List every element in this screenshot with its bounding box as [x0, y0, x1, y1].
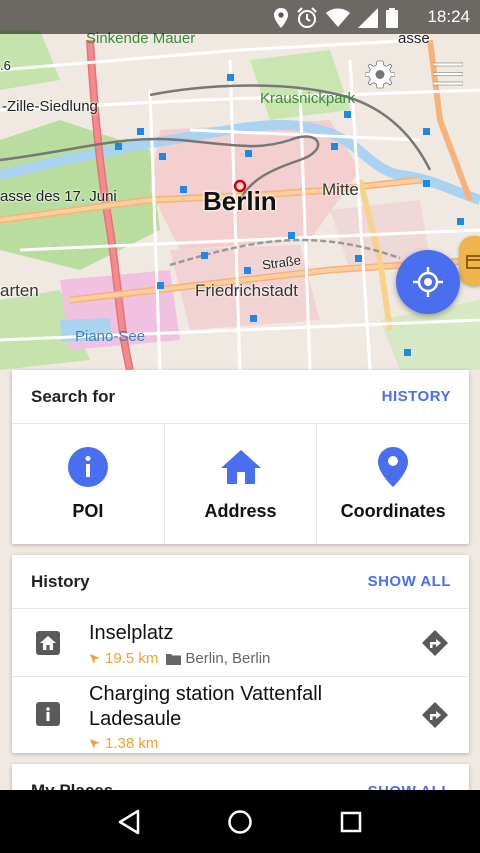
- history-item-title-line2: Ladesaule: [89, 708, 182, 730]
- search-address-label: Address: [204, 500, 277, 521]
- location-pin-icon: [378, 446, 409, 487]
- signal-icon: [358, 8, 378, 28]
- location-status-icon: [274, 8, 288, 28]
- wifi-icon: [326, 8, 350, 27]
- my-location-button[interactable]: [396, 250, 460, 314]
- home-icon: [40, 636, 56, 650]
- recents-button[interactable]: [331, 802, 371, 842]
- search-card-header: Search for HISTORY: [12, 370, 469, 424]
- system-nav-bar: [0, 790, 480, 853]
- directions-icon: [422, 702, 448, 728]
- search-coordinates-button[interactable]: Coordinates: [317, 424, 469, 544]
- map-label-friedrichstadt: Friedrichstadt: [195, 281, 298, 300]
- history-card: History SHOW ALL Inselplatz 19.5 km Berl…: [12, 555, 469, 753]
- directions-icon: [422, 630, 448, 656]
- search-coordinates-label: Coordinates: [340, 500, 446, 521]
- navigate-button[interactable]: [421, 701, 449, 729]
- search-card: Search for HISTORY POI Address Coordinat…: [12, 370, 469, 544]
- map-label-juni: asse des 17. Juni: [0, 188, 117, 205]
- crosshair-icon: [413, 267, 443, 297]
- folder-icon: [166, 653, 182, 665]
- hamburger-menu-icon: [433, 62, 463, 86]
- calendar-icon: [466, 255, 480, 269]
- status-bar: 18:24: [0, 0, 480, 34]
- history-item[interactable]: Charging station Vattenfall Ladesaule 1.…: [12, 677, 469, 753]
- settings-button[interactable]: [360, 54, 400, 94]
- history-item-info-icon: [36, 702, 60, 726]
- back-button[interactable]: [109, 802, 149, 842]
- history-show-all-link[interactable]: SHOW ALL: [368, 573, 451, 590]
- home-circle-icon: [228, 809, 252, 834]
- map-label-zille: -Zille-Siedlung: [2, 98, 98, 115]
- map-label-krausnick: Krausnickpark: [260, 90, 356, 107]
- history-item-place: Berlin, Berlin: [185, 650, 271, 667]
- history-item-title-line1: Charging station Vattenfall: [89, 683, 323, 705]
- map-label-edge: .6: [0, 58, 11, 73]
- history-item-distance: 19.5 km: [105, 650, 159, 667]
- history-item[interactable]: Inselplatz 19.5 km Berlin, Berlin: [12, 609, 469, 677]
- gear-icon: [365, 60, 395, 89]
- recents-square-icon: [340, 811, 361, 832]
- history-item-title: Inselplatz: [89, 622, 174, 644]
- history-item-distance: 1.38 km: [105, 735, 159, 752]
- search-poi-label: POI: [72, 500, 104, 521]
- history-item-meta: 19.5 km Berlin, Berlin: [89, 650, 270, 667]
- home-button[interactable]: [220, 802, 260, 842]
- search-options: POI Address Coordinates: [12, 424, 469, 544]
- home-icon: [220, 449, 261, 484]
- info-circle-icon: [67, 446, 108, 487]
- alarm-icon: [297, 7, 317, 28]
- map-label-mitte: Mitte: [322, 180, 359, 199]
- search-poi-button[interactable]: POI: [12, 424, 165, 544]
- info-icon: [46, 707, 50, 721]
- map-label-berlin: Berlin: [203, 186, 277, 216]
- back-triangle-icon: [119, 809, 140, 834]
- map-label-piano: Piano-See: [75, 328, 146, 345]
- history-card-header: History SHOW ALL: [12, 555, 469, 609]
- direction-arrow-icon: [90, 738, 100, 749]
- history-item-meta: 1.38 km: [89, 735, 158, 752]
- history-card-title: History: [31, 571, 90, 591]
- search-card-title: Search for: [31, 386, 116, 406]
- battery-icon: [386, 8, 398, 28]
- status-time: 18:24: [427, 7, 470, 26]
- history-item-home-icon: [36, 631, 60, 655]
- side-panel-tab[interactable]: [459, 236, 480, 286]
- direction-arrow-icon: [90, 653, 100, 664]
- navigate-button[interactable]: [421, 629, 449, 657]
- menu-button[interactable]: [428, 54, 468, 94]
- map-label-garten: arten: [0, 281, 39, 300]
- history-link[interactable]: HISTORY: [382, 388, 451, 405]
- search-address-button[interactable]: Address: [165, 424, 318, 544]
